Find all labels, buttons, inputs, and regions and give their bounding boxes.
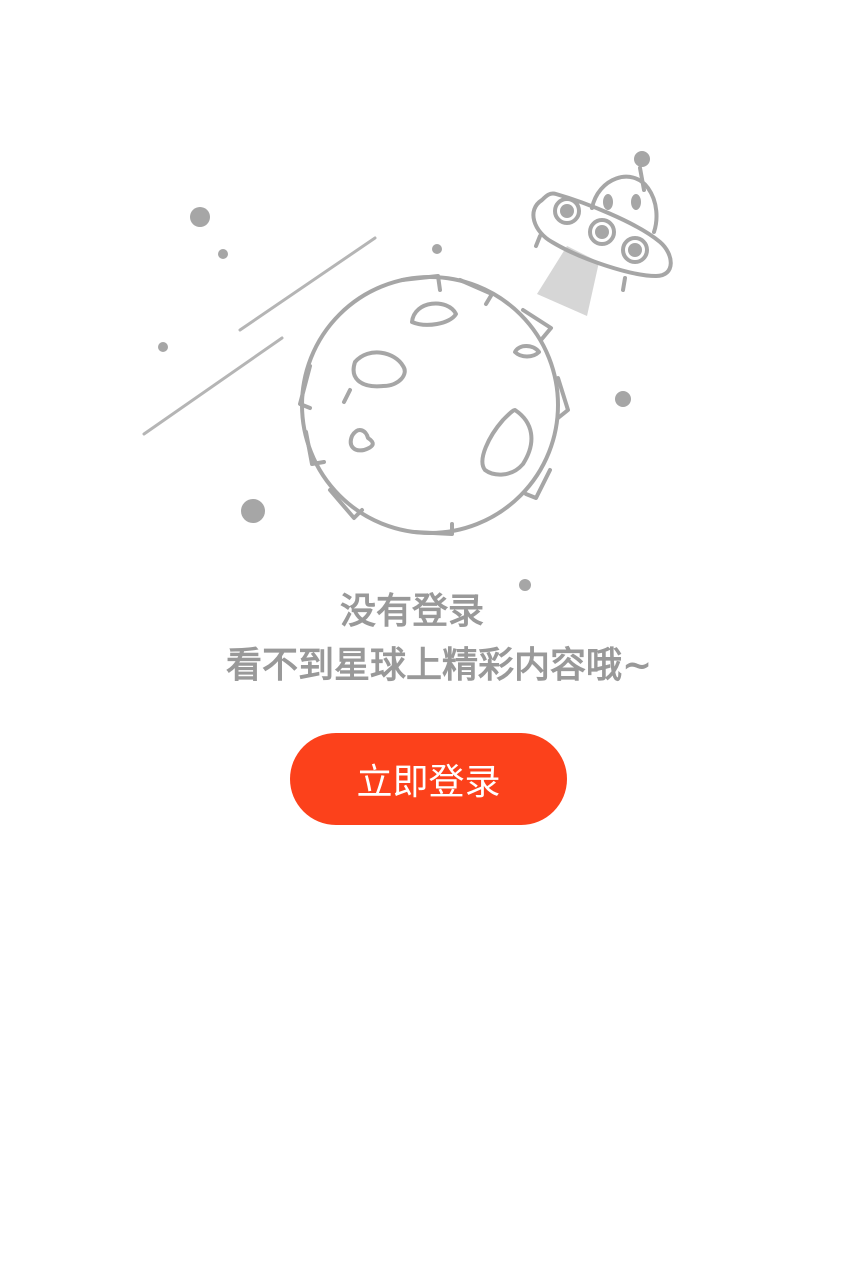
not-logged-in-subtitle: 看不到星球上精彩内容哦~ — [226, 645, 653, 686]
planet-ufo-illustration — [130, 140, 690, 610]
motion-streaks — [142, 236, 377, 436]
planet-icon — [298, 274, 570, 536]
ufo-icon — [531, 151, 673, 316]
login-button[interactable]: 立即登录 — [290, 733, 567, 825]
not-logged-in-title: 没有登录 — [340, 591, 485, 632]
